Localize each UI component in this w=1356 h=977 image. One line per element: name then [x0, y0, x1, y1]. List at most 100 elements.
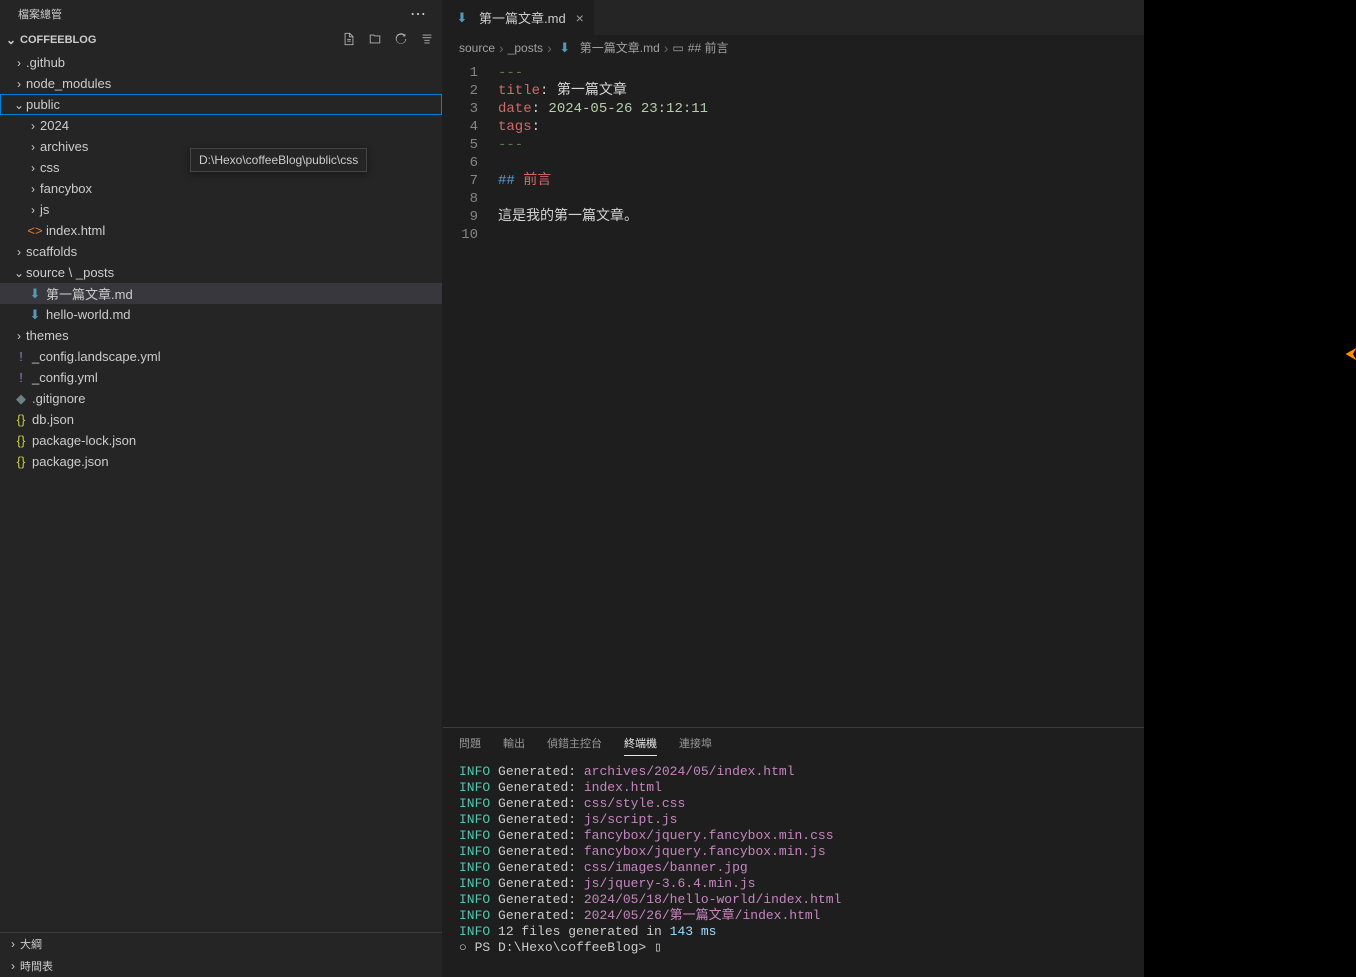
code-line[interactable]: ## 前言 — [498, 172, 1144, 190]
breadcrumb-item[interactable]: 第一篇文章.md — [580, 39, 660, 56]
code-line[interactable]: --- — [498, 64, 1144, 82]
new-file-icon[interactable] — [342, 32, 356, 49]
breadcrumbs[interactable]: source › _posts › ⬇ 第一篇文章.md › ▭ ## 前言 — [443, 35, 1144, 60]
folder-item[interactable]: ⌄source \ _posts — [0, 262, 442, 283]
code-editor[interactable]: 12345678910 ---title: 第一篇文章date: 2024-05… — [443, 60, 1144, 727]
line-number: 6 — [443, 154, 478, 172]
folder-item[interactable]: ›scaffolds — [0, 241, 442, 262]
code-line[interactable] — [498, 190, 1144, 208]
file-item[interactable]: !_config.yml — [0, 367, 442, 388]
markdown-icon: ⬇ — [453, 10, 471, 26]
file-explorer-sidebar: 檔案總管 ⋯ ⌄ COFFEEBLOG ›.github›node_module… — [0, 0, 443, 977]
close-icon[interactable]: × — [576, 10, 584, 26]
tab-debug[interactable]: 偵錯主控台 — [547, 731, 602, 755]
terminal-line: INFO Generated: fancybox/jquery.fancybox… — [459, 844, 1128, 860]
folder-item[interactable]: ⌄public — [0, 94, 442, 115]
line-number: 1 — [443, 64, 478, 82]
file-item[interactable]: {}db.json — [0, 409, 442, 430]
md-icon: ⬇ — [26, 307, 44, 323]
item-label: archives — [40, 139, 88, 154]
code-line[interactable] — [498, 154, 1144, 172]
folder-item[interactable]: ›.github — [0, 52, 442, 73]
gitignore-icon: ◆ — [12, 391, 30, 407]
bottom-panel: 問題 輸出 偵錯主控台 終端機 連接埠 INFO Generated: arch… — [443, 727, 1144, 977]
file-item[interactable]: {}package-lock.json — [0, 430, 442, 451]
breadcrumb-item[interactable]: ## 前言 — [688, 39, 729, 56]
file-item[interactable]: ⬇第一篇文章.md — [0, 283, 442, 304]
file-item[interactable]: ◆.gitignore — [0, 388, 442, 409]
line-number: 4 — [443, 118, 478, 136]
chevron-right-icon: › — [26, 140, 40, 154]
chevron-right-icon: › — [12, 329, 26, 343]
code-line[interactable]: tags: — [498, 118, 1144, 136]
code-content[interactable]: ---title: 第一篇文章date: 2024-05-26 23:12:11… — [498, 64, 1144, 727]
breadcrumb-item[interactable]: _posts — [508, 41, 543, 55]
line-number: 3 — [443, 100, 478, 118]
code-line[interactable]: title: 第一篇文章 — [498, 82, 1144, 100]
file-item[interactable]: !_config.landscape.yml — [0, 346, 442, 367]
terminal-line: INFO Generated: 2024/05/18/hello-world/i… — [459, 892, 1128, 908]
timeline-section[interactable]: › 時間表 — [0, 955, 442, 977]
line-number: 7 — [443, 172, 478, 190]
code-line[interactable] — [498, 226, 1144, 244]
line-number: 9 — [443, 208, 478, 226]
collapse-all-icon[interactable] — [420, 32, 434, 49]
item-label: index.html — [46, 223, 105, 238]
project-header[interactable]: ⌄ COFFEEBLOG — [0, 28, 442, 52]
item-label: public — [26, 97, 60, 112]
new-folder-icon[interactable] — [368, 32, 382, 49]
folder-item[interactable]: ›fancybox — [0, 178, 442, 199]
terminal-line: INFO Generated: js/jquery-3.6.4.min.js — [459, 876, 1128, 892]
outline-label: 大綱 — [20, 936, 42, 952]
file-item[interactable]: ⬇hello-world.md — [0, 304, 442, 325]
folder-item[interactable]: ›node_modules — [0, 73, 442, 94]
chevron-right-icon: › — [12, 56, 26, 70]
chevron-right-icon: › — [12, 77, 26, 91]
file-item[interactable]: <>index.html — [0, 220, 442, 241]
html-icon: <> — [26, 223, 44, 238]
chevron-right-icon: › — [547, 40, 552, 56]
code-line[interactable]: date: 2024-05-26 23:12:11 — [498, 100, 1144, 118]
terminal-line: INFO Generated: archives/2024/05/index.h… — [459, 764, 1128, 780]
tab-ports[interactable]: 連接埠 — [679, 731, 712, 755]
chevron-right-icon: › — [26, 203, 40, 217]
terminal-prompt[interactable]: ○ PS D:\Hexo\coffeeBlog> ▯ — [459, 940, 1128, 956]
terminal-line: INFO Generated: css/images/banner.jpg — [459, 860, 1128, 876]
folder-item[interactable]: ›2024 — [0, 115, 442, 136]
file-tree: ›.github›node_modules⌄public›2024›archiv… — [0, 52, 442, 932]
tab-output[interactable]: 輸出 — [503, 731, 525, 755]
code-line[interactable]: 這是我的第一篇文章。 — [498, 208, 1144, 226]
code-line[interactable]: --- — [498, 136, 1144, 154]
file-item[interactable]: {}package.json — [0, 451, 442, 472]
md-icon: ⬇ — [26, 286, 44, 302]
tab-terminal[interactable]: 終端機 — [624, 731, 657, 756]
item-label: _config.yml — [32, 370, 98, 385]
terminal-output[interactable]: INFO Generated: archives/2024/05/index.h… — [443, 758, 1144, 977]
item-label: fancybox — [40, 181, 92, 196]
chevron-right-icon: › — [26, 119, 40, 133]
item-label: .gitignore — [32, 391, 85, 406]
outline-section[interactable]: › 大綱 — [0, 933, 442, 955]
chevron-down-icon: ⌄ — [4, 33, 18, 47]
chevron-down-icon: ⌄ — [12, 266, 26, 280]
sidebar-header: 檔案總管 ⋯ — [0, 0, 442, 28]
folder-item[interactable]: ›themes — [0, 325, 442, 346]
yml-icon: ! — [12, 349, 30, 364]
breadcrumb-item[interactable]: source — [459, 41, 495, 55]
more-actions-icon[interactable]: ⋯ — [404, 2, 432, 26]
tab-problems[interactable]: 問題 — [459, 731, 481, 755]
editor-tabs: ⬇ 第一篇文章.md × — [443, 0, 1144, 35]
item-label: hello-world.md — [46, 307, 131, 322]
editor-main: ⬇ 第一篇文章.md × source › _posts › ⬇ 第一篇文章.m… — [443, 0, 1144, 977]
chevron-right-icon: › — [26, 182, 40, 196]
refresh-icon[interactable] — [394, 32, 408, 49]
item-label: 第一篇文章.md — [46, 284, 133, 303]
terminal-line: INFO Generated: 2024/05/26/第一篇文章/index.h… — [459, 908, 1128, 924]
editor-tab[interactable]: ⬇ 第一篇文章.md × — [443, 0, 595, 35]
chevron-right-icon: › — [26, 161, 40, 175]
panel-tabs: 問題 輸出 偵錯主控台 終端機 連接埠 — [443, 728, 1144, 758]
json-icon: {} — [12, 433, 30, 448]
item-label: package.json — [32, 454, 109, 469]
item-label: .github — [26, 55, 65, 70]
folder-item[interactable]: ›js — [0, 199, 442, 220]
